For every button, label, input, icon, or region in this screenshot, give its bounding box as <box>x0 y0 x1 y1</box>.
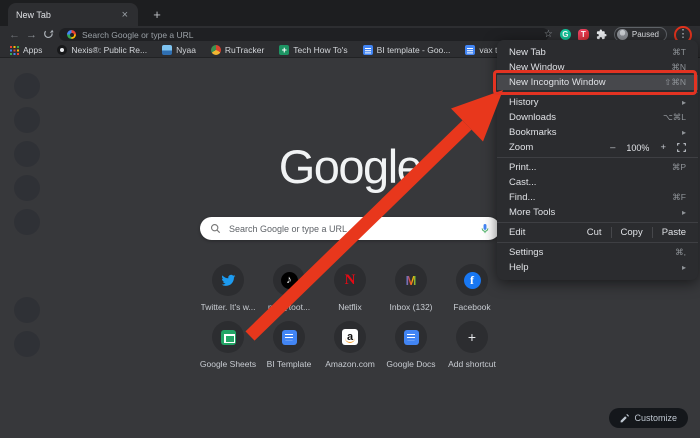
menu-separator <box>497 92 698 93</box>
forward-icon[interactable]: → <box>23 29 40 41</box>
bookmark-bi-template[interactable]: BI template - Goo... <box>362 45 450 55</box>
back-icon[interactable]: ← <box>6 29 23 41</box>
menu-item-history[interactable]: History ▸ <box>497 95 698 110</box>
microphone-icon[interactable] <box>480 223 490 235</box>
green-plus-favicon: + <box>279 45 290 55</box>
decorative-dot <box>14 107 40 133</box>
shortcut-netflix[interactable]: N Netflix <box>320 264 381 312</box>
nexis-favicon <box>57 45 68 55</box>
red-extension-icon[interactable]: T <box>577 29 589 40</box>
shortcut-facebook[interactable]: f Facebook <box>442 264 503 312</box>
decorative-dot <box>14 209 40 235</box>
menu-item-more-tools[interactable]: More Tools ▸ <box>497 205 698 220</box>
menu-item-cast[interactable]: Cast... <box>497 175 698 190</box>
facebook-icon: f <box>456 264 488 296</box>
menu-item-find[interactable]: Find... ⌘F <box>497 190 698 205</box>
tab-strip: New Tab × + <box>0 0 700 26</box>
menu-item-new-incognito-window[interactable]: New Incognito Window ⇧⌘N <box>497 75 698 90</box>
edit-paste-button[interactable]: Paste <box>651 227 686 238</box>
shortcut-google-sheets[interactable]: Google Sheets <box>198 321 259 369</box>
reload-icon[interactable] <box>40 29 57 40</box>
submenu-arrow-icon: ▸ <box>681 208 686 217</box>
bookmark-tech-how-tos[interactable]: + Tech How To's <box>279 45 348 55</box>
bookmark-nyaa[interactable]: Nyaa <box>162 45 196 55</box>
zoom-in-button[interactable]: + <box>660 142 666 153</box>
menu-separator <box>497 157 698 158</box>
tab-close-icon[interactable]: × <box>120 9 130 21</box>
menu-item-print[interactable]: Print... ⌘P <box>497 160 698 175</box>
menu-separator <box>497 222 698 223</box>
menu-item-new-window[interactable]: New Window ⌘N <box>497 60 698 75</box>
bookmark-rutracker[interactable]: RuTracker <box>210 45 264 55</box>
shortcut-bi-template[interactable]: BI Template <box>259 321 320 369</box>
nyaa-favicon <box>162 45 173 55</box>
google-docs-favicon <box>362 45 373 55</box>
netflix-icon: N <box>334 264 366 296</box>
avatar <box>616 29 628 40</box>
customize-button[interactable]: Customize <box>609 408 688 428</box>
pencil-icon <box>620 413 630 423</box>
browser-window: New Tab × + ← → Search Google or type a … <box>0 0 700 438</box>
google-docs-icon <box>395 321 427 353</box>
shortcut-mastodon[interactable]: ♪ m (@toot... <box>259 264 320 312</box>
shortcut-twitter[interactable]: Twitter. It's w... <box>198 264 259 312</box>
twitter-icon <box>212 264 244 296</box>
zoom-out-button[interactable]: – <box>610 142 615 153</box>
bookmark-nexis[interactable]: Nexis®: Public Re... <box>57 45 147 55</box>
shortcut-inbox[interactable]: M Inbox (132) <box>381 264 442 312</box>
search-icon <box>210 223 221 234</box>
ntp-search-placeholder: Search Google or type a URL <box>229 223 348 234</box>
decorative-dot <box>14 73 40 99</box>
sync-paused-label: Paused <box>631 30 659 39</box>
shortcut-add[interactable]: + Add shortcut <box>442 321 503 369</box>
submenu-arrow-icon: ▸ <box>681 98 686 107</box>
shortcuts-row-2: Google Sheets BI Template a Amazon.com G… <box>198 321 503 369</box>
menu-item-bookmarks[interactable]: Bookmarks ▸ <box>497 125 698 140</box>
add-shortcut-plus-icon: + <box>456 321 488 353</box>
menu-separator <box>497 242 698 243</box>
address-bar-placeholder: Search Google or type a URL <box>82 29 194 40</box>
google-sheets-icon <box>212 321 244 353</box>
shortcut-amazon[interactable]: a Amazon.com <box>320 321 381 369</box>
tiktok-icon: ♪ <box>273 264 305 296</box>
google-favicon <box>67 30 76 39</box>
tab-title: New Tab <box>16 9 51 20</box>
tab-new-tab[interactable]: New Tab × <box>8 3 138 26</box>
apps-grid-icon <box>9 45 19 55</box>
bookmark-apps[interactable]: Apps <box>9 45 42 55</box>
gmail-icon: M <box>395 264 427 296</box>
menu-item-new-tab[interactable]: New Tab ⌘T <box>497 45 698 60</box>
grammarly-extension-icon[interactable]: G <box>559 29 571 40</box>
google-docs-favicon <box>465 45 476 55</box>
menu-item-help[interactable]: Help ▸ <box>497 260 698 275</box>
browser-menu: New Tab ⌘T New Window ⌘N New Incognito W… <box>497 40 698 280</box>
bookmark-star-icon[interactable]: ☆ <box>544 29 553 40</box>
menu-item-settings[interactable]: Settings ⌘, <box>497 245 698 260</box>
extensions-puzzle-icon[interactable] <box>596 29 607 40</box>
submenu-arrow-icon: ▸ <box>681 263 686 272</box>
shortcuts-row-1: Twitter. It's w... ♪ m (@toot... N Netfl… <box>198 264 503 312</box>
new-tab-button[interactable]: + <box>148 5 166 23</box>
address-bar[interactable]: Search Google or type a URL <box>59 28 549 41</box>
edit-copy-button[interactable]: Copy <box>610 227 652 238</box>
google-docs-icon <box>273 321 305 353</box>
amazon-icon: a <box>334 321 366 353</box>
shortcut-google-docs[interactable]: Google Docs <box>381 321 442 369</box>
ntp-search-box[interactable]: Search Google or type a URL <box>200 217 500 240</box>
menu-item-downloads[interactable]: Downloads ⌥⌘L <box>497 110 698 125</box>
menu-item-edit: Edit Cut Copy Paste <box>509 227 686 238</box>
edit-cut-button[interactable]: Cut <box>578 227 611 238</box>
rutracker-favicon <box>210 45 221 55</box>
menu-item-zoom: Zoom – 100% + <box>497 140 698 155</box>
fullscreen-icon[interactable] <box>677 143 686 152</box>
zoom-value: 100% <box>626 142 650 153</box>
submenu-arrow-icon: ▸ <box>681 128 686 137</box>
